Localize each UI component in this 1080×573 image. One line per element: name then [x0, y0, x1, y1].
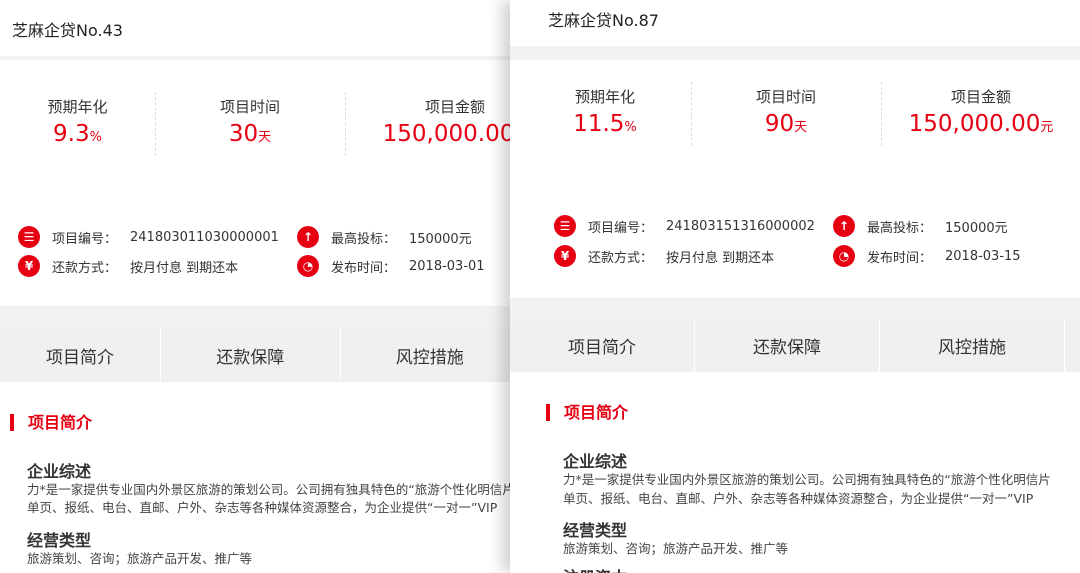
info-value: 按月付息 到期还本 — [130, 260, 239, 276]
info-max: ↑ 最高投标： 150000元 — [833, 215, 1008, 237]
stat-value: 11.5 — [573, 111, 625, 137]
arrow-up-icon: ↑ — [833, 215, 855, 237]
clock-icon: ◔ — [833, 245, 855, 267]
section-title: 项目简介 — [10, 414, 92, 431]
stat-value: 9.3 — [53, 121, 90, 147]
stat-term: 项目时间 90天 — [691, 86, 881, 137]
stat-value: 150,000.00 — [908, 111, 1041, 137]
info-label: 发布时间： — [867, 250, 933, 266]
info-value: 150000元 — [945, 220, 1008, 236]
info-label: 项目编号： — [588, 220, 654, 236]
info-value: 2018-03-15 — [945, 248, 1021, 264]
overview-text: 力*是一家提供专业国内外景区旅游的策划公司。公司拥有独具特色的“旅游个性化明信片 — [563, 472, 1051, 487]
loan-detail-panel-87: 芝麻企贷No.87 预期年化 11.5% 项目时间 90天 项目金额 150,000.… — [510, 0, 1080, 573]
business-type-text: 旅游策划、咨询；旅游产品开发、推广等 — [563, 541, 789, 556]
stat-unit: 天 — [258, 130, 272, 145]
loan-detail-panel-43: 芝麻企贷No.43 预期年化 9.3% 项目时间 30天 项目金额 150,000.0… — [0, 0, 520, 573]
tab-intro[interactable]: 项目简介 — [0, 328, 162, 382]
yen-icon: ¥ — [554, 245, 576, 267]
info-value: 241803151316000002 — [666, 218, 815, 234]
stat-value: 150,000.00 — [382, 121, 515, 147]
info-value: 241803011030000001 — [130, 229, 279, 245]
page-title: 芝麻企贷No.87 — [548, 11, 659, 30]
info-value: 2018-03-01 — [409, 258, 485, 274]
info-label: 还款方式： — [588, 250, 654, 266]
stat-unit: 元 — [1040, 120, 1054, 135]
tab-bar: 项目简介 还款保障 风控措施 — [0, 328, 520, 382]
clock-icon: ◔ — [297, 255, 319, 277]
stat-label: 项目金额 — [424, 98, 485, 116]
stat-unit: 天 — [794, 120, 808, 135]
info-label: 项目编号： — [52, 231, 118, 247]
info-repay: ¥ 还款方式： 按月付息 到期还本 — [18, 255, 238, 277]
overview-text: 单页、报纸、电台、直邮、户外、杂志等各种媒体资源整合，为企业提供“一对一”VIP — [27, 500, 498, 515]
stat-term: 项目时间 30天 — [155, 96, 345, 147]
divider — [510, 46, 1080, 60]
overview-text: 力*是一家提供专业国内外景区旅游的策划公司。公司拥有独具特色的“旅游个性化明信片 — [27, 482, 515, 497]
stat-value: 90 — [764, 111, 795, 137]
tab-guarantee[interactable]: 还款保障 — [695, 318, 880, 372]
info-label: 最高投标： — [331, 231, 397, 247]
stat-label: 项目金额 — [950, 88, 1011, 106]
tab-intro[interactable]: 项目简介 — [510, 318, 695, 372]
section-title: 项目简介 — [546, 404, 628, 421]
stat-unit: % — [624, 120, 637, 135]
yen-icon: ¥ — [18, 255, 40, 277]
info-label: 最高投标： — [867, 220, 933, 236]
tab-risk-control[interactable]: 风控措施 — [880, 318, 1065, 372]
stat-label: 预期年化 — [574, 88, 635, 106]
stat-unit: % — [89, 130, 102, 145]
divider — [510, 298, 1080, 318]
info-label: 发布时间： — [331, 260, 397, 276]
stat-amount: 项目金额150,000.00元 — [345, 96, 520, 147]
stat-rate: 预期年化 11.5% — [520, 86, 690, 137]
list-icon: ☰ — [554, 215, 576, 237]
info-value: 150000元 — [409, 231, 472, 247]
stat-value: 30 — [228, 121, 259, 147]
heading-registered-capital: 注册资本 — [563, 564, 627, 573]
divider — [0, 56, 520, 60]
business-type-text: 旅游策划、咨询；旅游产品开发、推广等 — [27, 551, 253, 566]
info-id: ☰ 项目编号： 241803151316000002 — [554, 215, 815, 237]
stat-label: 预期年化 — [47, 98, 108, 116]
stat-amount: 项目金额 150,000.00元 — [881, 86, 1080, 137]
info-date: ◔ 发布时间： 2018-03-01 — [297, 255, 485, 277]
stat-rate: 预期年化 9.3% — [0, 96, 155, 147]
info-repay: ¥ 还款方式： 按月付息 到期还本 — [554, 245, 774, 267]
tab-guarantee[interactable]: 还款保障 — [161, 328, 341, 382]
divider — [0, 306, 520, 328]
tab-bar: 项目简介 还款保障 风控措施 — [510, 318, 1080, 372]
stat-label: 项目时间 — [219, 98, 280, 116]
info-date: ◔ 发布时间： 2018-03-15 — [833, 245, 1021, 267]
page-title: 芝麻企贷No.43 — [12, 21, 123, 40]
info-label: 还款方式： — [52, 260, 118, 276]
info-id: ☰ 项目编号： 241803011030000001 — [18, 226, 279, 248]
tab-risk-control[interactable]: 风控措施 — [341, 328, 520, 382]
list-icon: ☰ — [18, 226, 40, 248]
info-value: 按月付息 到期还本 — [666, 250, 775, 266]
info-max: ↑ 最高投标： 150000元 — [297, 226, 472, 248]
stat-label: 项目时间 — [755, 88, 816, 106]
overview-text: 单页、报纸、电台、直邮、户外、杂志等各种媒体资源整合，为企业提供“一对一”VIP — [563, 491, 1034, 506]
arrow-up-icon: ↑ — [297, 226, 319, 248]
